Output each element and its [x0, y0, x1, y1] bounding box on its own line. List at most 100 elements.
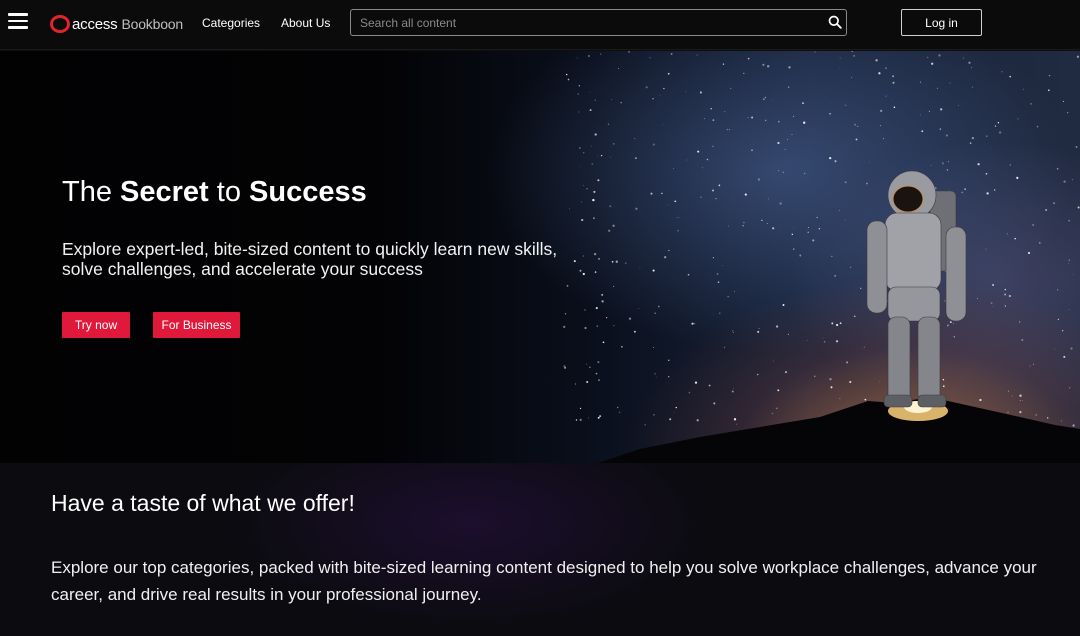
- star-dot: [736, 423, 738, 425]
- star-dot: [1047, 417, 1049, 419]
- star-dot: [773, 360, 774, 362]
- star-dot: [947, 161, 950, 163]
- brand-primary-text: access: [72, 15, 118, 33]
- star-dot: [1021, 400, 1023, 401]
- star-dot: [685, 90, 687, 92]
- star-dot: [627, 51, 631, 53]
- star-dot: [606, 317, 608, 319]
- star-dot: [860, 287, 862, 289]
- star-dot: [584, 309, 586, 311]
- star-dot: [814, 51, 816, 53]
- star-dot: [844, 219, 846, 221]
- star-dot: [1021, 339, 1024, 341]
- star-dot: [1007, 411, 1009, 414]
- star-dot: [1067, 112, 1069, 114]
- star-dot: [1063, 355, 1066, 358]
- star-dot: [921, 130, 924, 133]
- star-dot: [580, 165, 581, 167]
- star-dot: [668, 376, 670, 378]
- star-dot: [594, 133, 597, 136]
- star-dot: [653, 347, 654, 349]
- star-dot: [673, 412, 675, 413]
- star-dot: [712, 119, 715, 122]
- brand-logo[interactable]: access Bookboon: [50, 14, 183, 34]
- star-dot: [679, 217, 680, 218]
- star-dot: [834, 160, 837, 163]
- hamburger-menu-icon[interactable]: [8, 13, 28, 29]
- top-navbar: access Bookboon Categories About Us Log …: [0, 0, 1080, 50]
- star-dot: [1060, 420, 1062, 422]
- for-business-button[interactable]: For Business: [153, 312, 240, 338]
- star-dot: [582, 255, 584, 257]
- title-bold-secret: Secret: [120, 176, 209, 208]
- nav-link-categories[interactable]: Categories: [202, 16, 260, 30]
- star-dot: [949, 321, 952, 324]
- nav-link-about-us[interactable]: About Us: [281, 16, 330, 30]
- star-dot: [1063, 180, 1066, 183]
- star-dot: [919, 114, 921, 116]
- star-dot: [854, 123, 857, 126]
- search-input[interactable]: [351, 10, 821, 35]
- star-dot: [1006, 233, 1008, 235]
- star-dot: [1070, 347, 1073, 350]
- star-dot: [986, 192, 989, 195]
- star-dot: [593, 190, 596, 193]
- star-dot: [772, 227, 775, 230]
- star-dot: [1004, 305, 1006, 307]
- star-dot: [878, 72, 881, 75]
- star-dot: [743, 221, 745, 224]
- star-dot: [945, 134, 948, 137]
- try-now-button[interactable]: Try now: [62, 312, 130, 338]
- offer-heading: Have a taste of what we offer!: [51, 490, 355, 516]
- login-button[interactable]: Log in: [901, 9, 982, 36]
- star-dot: [1030, 103, 1032, 105]
- star-dot: [764, 96, 767, 99]
- star-dot: [851, 76, 853, 78]
- star-dot: [653, 413, 655, 416]
- star-dot: [1009, 164, 1012, 166]
- star-dot: [777, 141, 780, 145]
- star-dot: [747, 117, 749, 119]
- star-dot: [829, 102, 831, 103]
- star-dot: [763, 98, 765, 100]
- star-dot: [589, 366, 591, 368]
- star-dot: [812, 239, 815, 242]
- star-dot: [668, 250, 670, 252]
- star-dot: [726, 128, 729, 131]
- star-dot: [761, 219, 763, 222]
- star-dot: [661, 192, 663, 195]
- star-dot: [1062, 100, 1064, 102]
- star-dot: [563, 325, 566, 329]
- star-dot: [928, 110, 930, 112]
- star-dot: [1032, 224, 1035, 226]
- star-dot: [839, 398, 841, 400]
- star-dot: [676, 217, 678, 219]
- hamburger-line: [8, 19, 28, 23]
- star-dot: [592, 198, 595, 202]
- star-dot: [634, 330, 636, 333]
- star-dot: [565, 73, 568, 76]
- star-dot: [657, 305, 660, 308]
- star-dot: [669, 418, 672, 421]
- star-dot: [732, 332, 734, 333]
- star-dot: [654, 372, 656, 375]
- star-dot: [649, 57, 651, 59]
- search-icon[interactable]: [828, 15, 842, 29]
- star-dot: [834, 275, 836, 277]
- star-dot: [771, 412, 774, 415]
- star-dot: [667, 204, 669, 206]
- star-dot: [613, 143, 615, 145]
- star-dot: [875, 59, 878, 62]
- star-dot: [830, 386, 833, 389]
- star-dot: [712, 257, 714, 259]
- star-dot: [615, 260, 618, 263]
- star-dot: [829, 378, 832, 381]
- star-dot: [662, 124, 664, 125]
- star-dot: [747, 57, 750, 60]
- star-dot: [716, 272, 719, 275]
- star-dot: [1072, 274, 1074, 276]
- star-dot: [863, 346, 865, 348]
- star-dot: [593, 217, 595, 219]
- search-box: [350, 9, 847, 36]
- title-bold-success: Success: [249, 176, 367, 208]
